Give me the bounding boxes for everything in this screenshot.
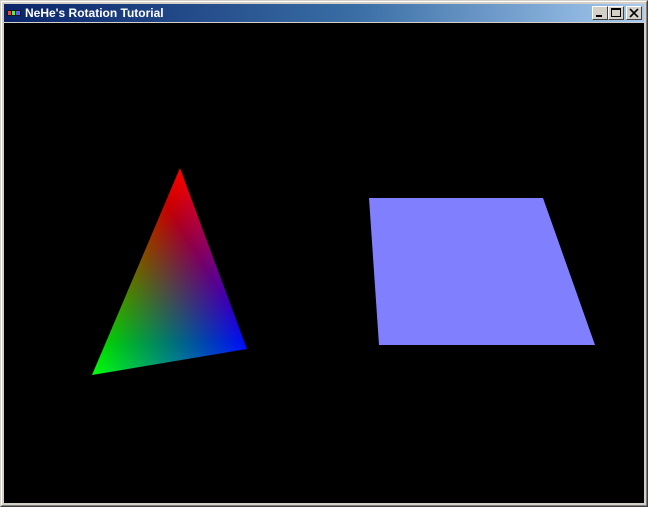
opengl-app-icon xyxy=(7,10,21,16)
rotating-quad xyxy=(369,198,595,345)
minimize-icon xyxy=(596,15,602,17)
maximize-button[interactable] xyxy=(608,6,624,20)
maximize-icon xyxy=(611,8,621,17)
close-button[interactable] xyxy=(626,6,642,20)
window-title: NeHe's Rotation Tutorial xyxy=(25,6,164,20)
rotating-triangle xyxy=(92,168,247,375)
scene-canvas xyxy=(92,168,595,375)
minimize-button[interactable] xyxy=(592,6,608,20)
close-icon xyxy=(629,8,639,18)
opengl-viewport[interactable] xyxy=(4,23,644,503)
app-window: NeHe's Rotation Tutorial xyxy=(0,0,648,507)
title-buttons xyxy=(592,6,642,20)
title-bar[interactable]: NeHe's Rotation Tutorial xyxy=(4,4,644,22)
